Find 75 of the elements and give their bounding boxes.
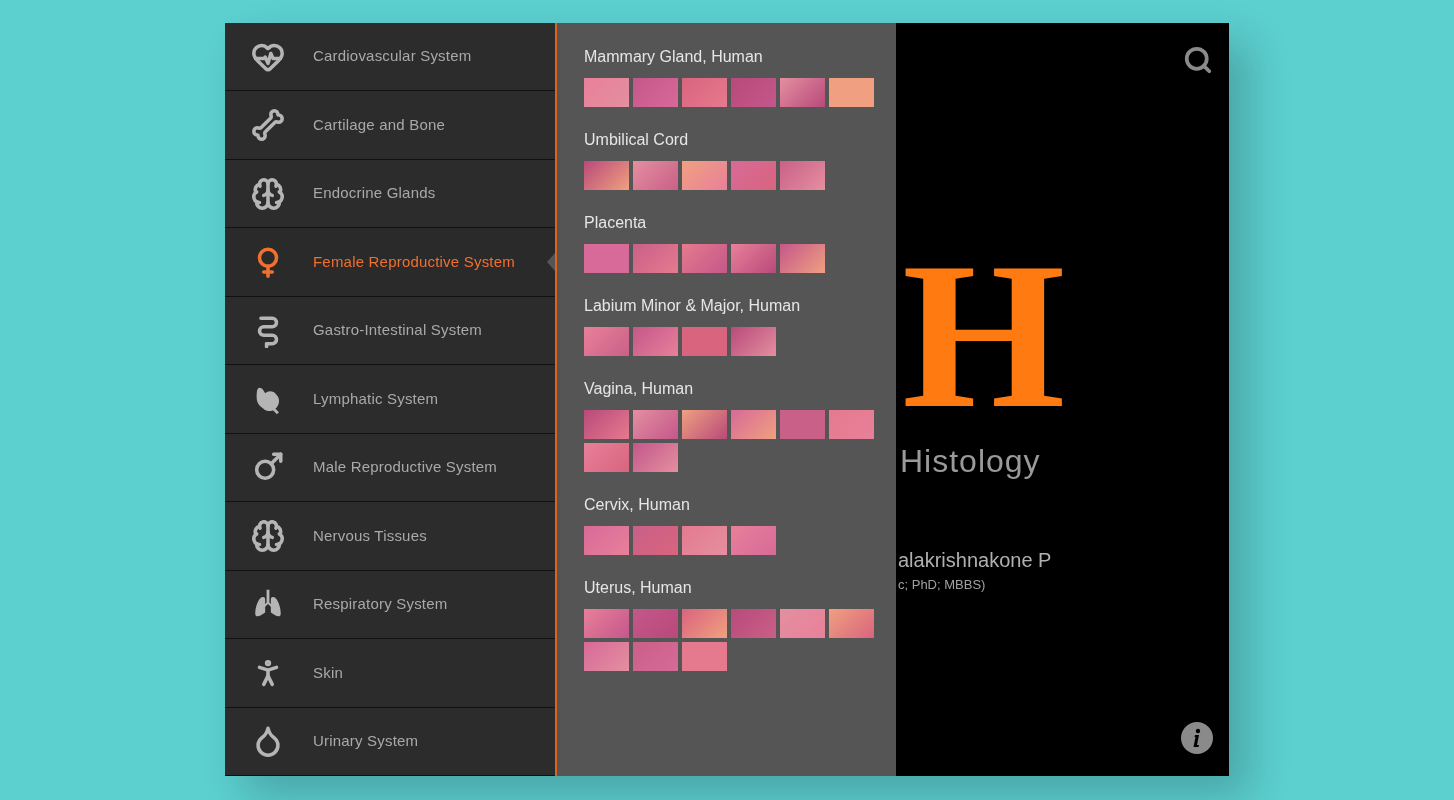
micrograph-thumbnail[interactable] bbox=[584, 78, 629, 107]
specimen-title: Labium Minor & Major, Human bbox=[584, 296, 802, 316]
sidebar-item[interactable]: Nervous Tissues bbox=[225, 502, 555, 571]
search-icon[interactable] bbox=[1183, 45, 1213, 75]
sidebar-label: Urinary System bbox=[313, 731, 419, 751]
micrograph-thumbnail[interactable] bbox=[633, 327, 678, 356]
micrograph-thumbnail[interactable] bbox=[682, 642, 727, 671]
micrograph-thumbnail[interactable] bbox=[731, 78, 776, 107]
info-icon[interactable] bbox=[1181, 722, 1213, 754]
micrograph-thumbnail[interactable] bbox=[584, 642, 629, 671]
micrograph-thumbnail[interactable] bbox=[682, 526, 727, 555]
sidebar-label: Gastro-Intestinal System bbox=[313, 320, 483, 341]
sidebar-item[interactable]: Cartilage and Bone bbox=[225, 91, 555, 160]
specimen-title: Mammary Gland, Human bbox=[584, 47, 764, 67]
author-name: alakrishnakone P bbox=[898, 548, 1053, 573]
micrograph-thumbnail[interactable] bbox=[584, 443, 629, 472]
micrograph-thumbnail[interactable] bbox=[633, 244, 678, 273]
micrograph-thumbnail[interactable] bbox=[829, 410, 874, 439]
micrograph-thumbnail[interactable] bbox=[682, 244, 727, 273]
sidebar-item[interactable]: Respiratory System bbox=[225, 570, 555, 640]
micrograph-thumbnail[interactable] bbox=[731, 410, 776, 439]
micrograph-thumbnail[interactable] bbox=[633, 161, 678, 190]
micrograph-thumbnail[interactable] bbox=[829, 78, 874, 107]
micrograph-thumbnail[interactable] bbox=[780, 78, 825, 107]
micrograph-thumbnail[interactable] bbox=[584, 244, 629, 273]
sidebar-item[interactable]: Lymphatic System bbox=[225, 365, 555, 434]
micrograph-thumbnail[interactable] bbox=[633, 410, 678, 439]
specimen-title: Uterus, Human bbox=[584, 578, 693, 598]
micrograph-thumbnail[interactable] bbox=[731, 244, 776, 273]
micrograph-thumbnail[interactable] bbox=[633, 78, 678, 107]
specimen-title: Cervix, Human bbox=[584, 495, 691, 515]
micrograph-thumbnail[interactable] bbox=[584, 526, 629, 555]
micrograph-thumbnail[interactable] bbox=[780, 161, 825, 190]
micrograph-thumbnail[interactable] bbox=[584, 161, 629, 190]
sidebar-label: Male Reproductive System bbox=[313, 457, 498, 478]
micrograph-thumbnail[interactable] bbox=[731, 161, 776, 190]
micrograph-thumbnail[interactable] bbox=[780, 609, 825, 638]
micrograph-thumbnail[interactable] bbox=[584, 410, 629, 439]
micrograph-thumbnail[interactable] bbox=[633, 609, 678, 638]
sidebar-item[interactable]: Gastro-Intestinal System bbox=[225, 296, 555, 366]
micrograph-thumbnail[interactable] bbox=[584, 609, 629, 638]
logo-letter: H bbox=[902, 245, 1067, 425]
micrograph-thumbnail[interactable] bbox=[682, 327, 727, 356]
specimen-title: Vagina, Human bbox=[584, 379, 695, 399]
specimen-title: Placenta bbox=[584, 213, 648, 233]
sidebar-label: Respiratory System bbox=[313, 594, 448, 615]
sidebar-item[interactable]: Cardiovascular System bbox=[225, 23, 555, 92]
sidebar-label: Skin bbox=[313, 662, 343, 683]
brain-icon bbox=[251, 176, 285, 211]
micrograph-thumbnail[interactable] bbox=[780, 244, 825, 273]
micrograph-thumbnail[interactable] bbox=[633, 526, 678, 555]
sidebar-label: Cardiovascular System bbox=[313, 46, 472, 67]
micrograph-thumbnail[interactable] bbox=[682, 78, 727, 107]
sidebar-label: Nervous Tissues bbox=[313, 525, 427, 546]
micrograph-thumbnail[interactable] bbox=[731, 609, 776, 638]
micrograph-thumbnail[interactable] bbox=[584, 327, 629, 356]
sidebar-label: Cartilage and Bone bbox=[313, 114, 446, 135]
sidebar-item[interactable]: Male Reproductive System bbox=[225, 433, 555, 503]
micrograph-thumbnail[interactable] bbox=[682, 161, 727, 190]
micrograph-thumbnail[interactable] bbox=[633, 443, 678, 472]
sidebar-label: Lymphatic System bbox=[313, 388, 439, 409]
micrograph-thumbnail[interactable] bbox=[682, 609, 727, 638]
micrograph-thumbnail[interactable] bbox=[682, 410, 727, 439]
micrograph-thumbnail[interactable] bbox=[829, 609, 874, 638]
bone-icon bbox=[251, 108, 285, 143]
micrograph-thumbnail[interactable] bbox=[633, 642, 678, 671]
micrograph-thumbnail[interactable] bbox=[731, 526, 776, 555]
sidebar-label: Female Reproductive System bbox=[313, 251, 515, 272]
specimen-title: Umbilical Cord bbox=[584, 130, 690, 150]
micrograph-thumbnail[interactable] bbox=[780, 410, 825, 439]
author-credentials: c; PhD; MBBS) bbox=[898, 576, 987, 594]
sidebar-label: Endocrine Glands bbox=[313, 183, 436, 204]
app-title: Histology bbox=[900, 442, 1042, 481]
brain-icon bbox=[251, 518, 285, 553]
micrograph-thumbnail[interactable] bbox=[731, 327, 776, 356]
